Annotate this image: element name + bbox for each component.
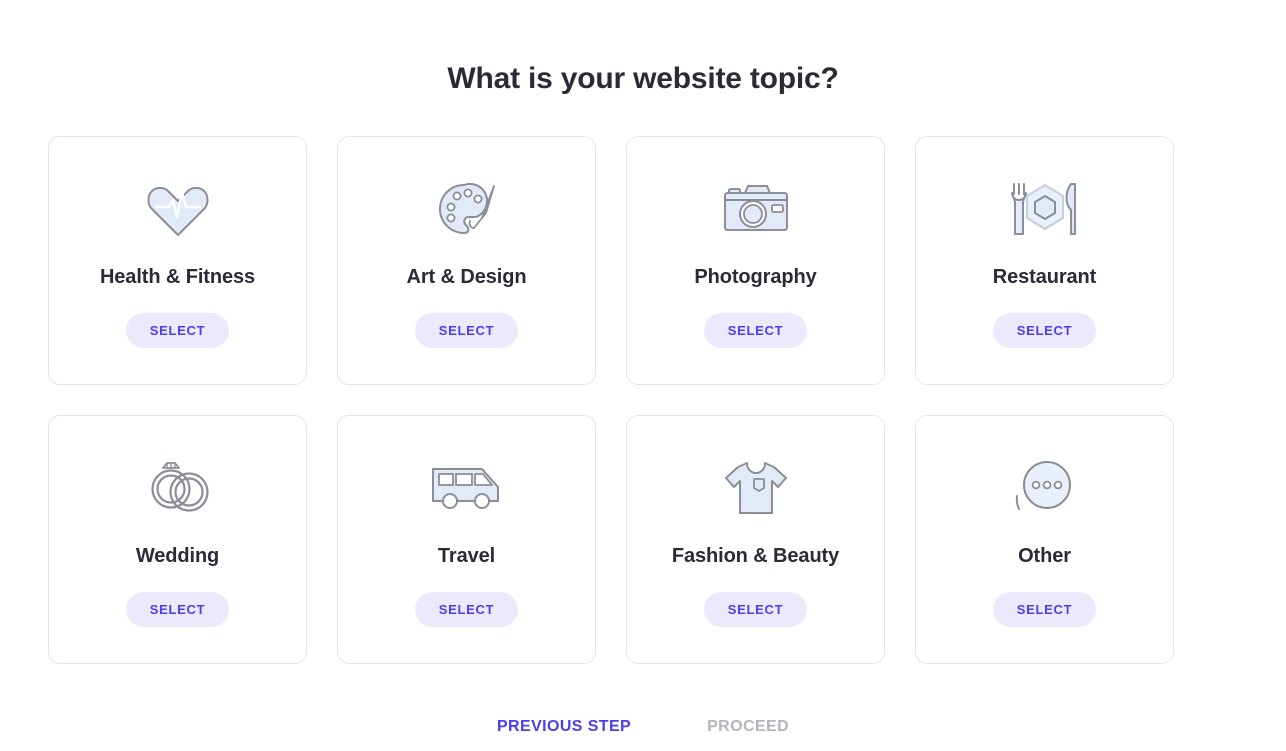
select-button-photography[interactable]: SELECT	[703, 313, 808, 348]
select-button-health-fitness[interactable]: SELECT	[125, 313, 230, 348]
wizard-footer-nav: PREVIOUS STEP PROCEED	[0, 712, 1286, 742]
topic-card-travel[interactable]: Travel SELECT	[337, 415, 596, 664]
camera-icon	[722, 161, 790, 257]
select-button-fashion-beauty[interactable]: SELECT	[703, 592, 808, 627]
van-icon	[430, 440, 504, 536]
select-button-restaurant[interactable]: SELECT	[992, 313, 1097, 348]
page-title: What is your website topic?	[447, 62, 839, 95]
topic-label: Health & Fitness	[99, 266, 256, 288]
ellipsis-circle-icon	[1013, 440, 1077, 536]
topic-label: Travel	[437, 545, 496, 567]
topic-card-grid: Health & Fitness SELECT Art & Design SEL…	[48, 136, 1175, 664]
topic-label: Art & Design	[406, 266, 527, 288]
topic-label: Other	[1018, 545, 1071, 567]
topic-card-wedding[interactable]: Wedding SELECT	[48, 415, 307, 664]
cutlery-icon	[1009, 161, 1081, 257]
topic-card-other[interactable]: Other SELECT	[915, 415, 1174, 664]
topic-label: Wedding	[135, 545, 220, 567]
previous-step-button[interactable]: PREVIOUS STEP	[495, 712, 633, 742]
topic-card-restaurant[interactable]: Restaurant SELECT	[915, 136, 1174, 385]
topic-card-art-design[interactable]: Art & Design SELECT	[337, 136, 596, 385]
topic-card-fashion-beauty[interactable]: Fashion & Beauty SELECT	[626, 415, 885, 664]
rings-icon	[144, 440, 212, 536]
topic-card-photography[interactable]: Photography SELECT	[626, 136, 885, 385]
select-button-other[interactable]: SELECT	[992, 592, 1097, 627]
topic-label: Fashion & Beauty	[671, 545, 840, 567]
topic-label: Photography	[694, 266, 817, 288]
palette-icon	[436, 161, 498, 257]
select-button-wedding[interactable]: SELECT	[125, 592, 230, 627]
heartbeat-icon	[146, 161, 209, 257]
select-button-travel[interactable]: SELECT	[414, 592, 519, 627]
proceed-button[interactable]: PROCEED	[705, 712, 791, 742]
select-button-art-design[interactable]: SELECT	[414, 313, 519, 348]
topic-label: Restaurant	[992, 266, 1097, 288]
tshirt-icon	[723, 440, 789, 536]
topic-card-health-fitness[interactable]: Health & Fitness SELECT	[48, 136, 307, 385]
website-topic-step: What is your website topic? Health & Fit…	[0, 0, 1286, 751]
